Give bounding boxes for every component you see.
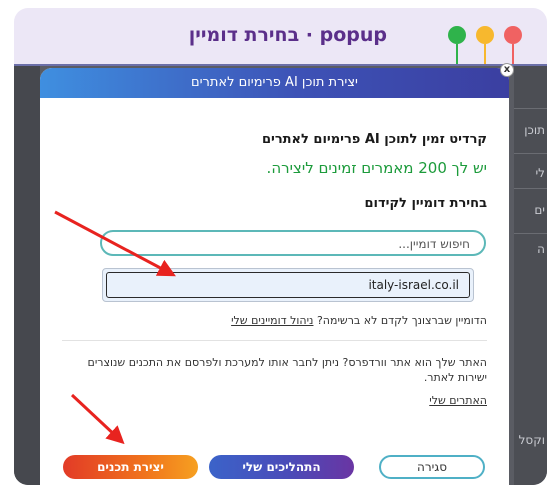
background-text: תוכן — [524, 123, 545, 137]
close-window-icon[interactable] — [504, 26, 522, 64]
window-titlebar: popup · בחירת דומיין — [14, 8, 547, 66]
window-title: popup · בחירת דומיין — [188, 24, 387, 46]
divider — [62, 340, 487, 341]
domain-list[interactable]: italy-israel.co.il — [102, 268, 474, 302]
background-text: ים — [534, 203, 545, 217]
minimize-window-icon[interactable] — [476, 26, 494, 64]
background-divider — [514, 188, 547, 189]
create-content-modal: יצירת תוכן AI פרימיום לאתרים קרדיט זמין … — [40, 68, 509, 485]
wordpress-info-text-cont: ישירות לאתר. — [423, 371, 487, 384]
missing-domain-line: הדומיין שברצונך לקדם לא ברשימה? ניהול דו… — [231, 314, 487, 327]
close-button[interactable]: סגירה — [379, 455, 485, 479]
domain-search-input[interactable]: חיפוש דומיין... — [100, 230, 486, 256]
background-left-strip — [14, 66, 40, 485]
modal-title: יצירת תוכן AI פרימיום לאתרים — [191, 75, 358, 90]
background-text: וקסל — [518, 433, 545, 447]
background-divider — [514, 153, 547, 154]
missing-domain-text: הדומיין שברצונך לקדם לא ברשימה? — [316, 314, 487, 327]
domain-option-label: italy-israel.co.il — [368, 278, 459, 292]
my-sites-link[interactable]: האתרים שלי — [429, 394, 487, 407]
manage-domains-link[interactable]: ניהול דומיינים שלי — [231, 314, 313, 327]
popup-window: popup · בחירת דומיין תוכן לי ים ה וקסל י… — [14, 8, 547, 485]
maximize-window-icon[interactable] — [448, 26, 466, 64]
modal-header: יצירת תוכן AI פרימיום לאתרים — [40, 68, 509, 98]
search-placeholder: חיפוש דומיין... — [398, 237, 470, 251]
background-divider — [514, 233, 547, 234]
choose-domain-label: בחירת דומיין לקידום — [364, 196, 488, 211]
background-text: לי — [535, 166, 545, 180]
close-modal-icon[interactable]: x — [500, 63, 514, 77]
create-content-button[interactable]: יצירת תכנים — [63, 455, 198, 479]
remaining-articles-text: יש לך 200 מאמרים זמינים ליצירה. — [266, 159, 487, 177]
background-text: ה — [537, 242, 545, 256]
background-divider — [514, 108, 547, 109]
wordpress-info-text: האתר שלך הוא אתר וורדפרס? ניתן לחבר אותו… — [87, 356, 487, 369]
credit-heading: קרדיט זמין לתוכן AI פרימיום לאתרים — [261, 132, 487, 147]
my-processes-button[interactable]: התהליכים שלי — [209, 455, 354, 479]
